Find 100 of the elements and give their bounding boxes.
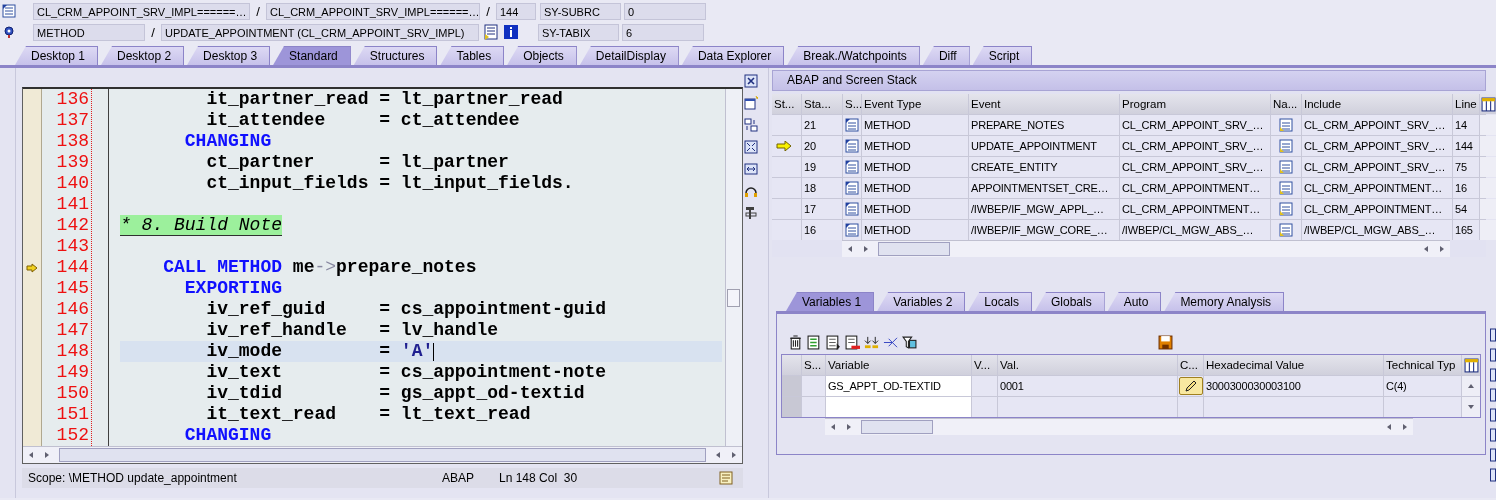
document-list-icon[interactable] [1279, 139, 1293, 153]
input-field[interactable] [826, 397, 971, 417]
tab[interactable]: Structures [353, 46, 438, 65]
tab[interactable]: Locals [968, 292, 1032, 311]
swap-windows-icon[interactable] [743, 118, 758, 132]
column-header[interactable]: Technical Typ [1384, 355, 1461, 375]
document-list-icon[interactable] [1279, 202, 1293, 216]
tab[interactable]: Memory Analysis [1164, 292, 1285, 311]
list-icon[interactable] [807, 334, 822, 350]
maximize-icon[interactable] [743, 140, 758, 154]
resize-width-icon[interactable] [743, 162, 758, 176]
table-cell: 75 [1453, 157, 1479, 177]
column-header[interactable]: Program [1120, 94, 1270, 114]
column-settings-icon[interactable] [1463, 357, 1479, 373]
split-arrows-icon[interactable] [883, 334, 898, 350]
scrollbar-thumb[interactable] [59, 448, 706, 462]
table-cell: 17 [802, 199, 842, 219]
tab[interactable]: Globals [1035, 292, 1105, 311]
toolbar-icon[interactable] [1490, 448, 1496, 462]
tab[interactable]: Script [972, 46, 1033, 65]
list-remove-icon[interactable] [845, 334, 860, 350]
line-field: 144 [496, 2, 536, 20]
column-header[interactable]: Val. [998, 355, 1177, 375]
tab[interactable]: DetailDisplay [579, 46, 679, 65]
scroll-right-button[interactable] [845, 423, 853, 431]
code-line: iv_ref_guid = cs_appointment-guid [206, 299, 607, 320]
column-header[interactable]: Variable [826, 355, 971, 375]
close-icon[interactable] [743, 74, 758, 88]
code-line: iv_ref_handle = lv_handle [206, 320, 499, 341]
line-number: 139 [56, 152, 89, 172]
filter-icon[interactable] [902, 334, 917, 350]
tab[interactable]: Break./Watchpoints [787, 46, 920, 65]
save-icon[interactable] [1158, 334, 1173, 350]
document-list-icon[interactable] [1279, 181, 1293, 195]
sort-icon[interactable] [864, 334, 879, 350]
column-header[interactable]: S... [843, 94, 861, 114]
column-header[interactable]: Event Type [862, 94, 968, 114]
scroll-left-button[interactable] [714, 451, 722, 459]
column-header[interactable]: Na... [1271, 94, 1301, 114]
toolbar-icon[interactable] [1490, 388, 1496, 402]
tab[interactable]: Tables [440, 46, 505, 65]
list-icon[interactable] [826, 334, 841, 350]
scroll-left-button[interactable] [27, 451, 35, 459]
toolbar-icon[interactable] [1490, 348, 1496, 362]
column-header[interactable]: C... [1178, 355, 1203, 375]
column-header[interactable]: St... [772, 94, 801, 114]
toolbar-icon[interactable] [1490, 368, 1496, 382]
path-separator: / [485, 3, 491, 19]
scrollbar-thumb[interactable] [727, 289, 740, 307]
column-header[interactable]: S... [802, 355, 825, 375]
headset-icon[interactable] [743, 184, 758, 198]
tab[interactable]: Objects [507, 46, 577, 65]
scrollbar-thumb[interactable] [861, 420, 933, 434]
document-list-icon[interactable] [1279, 118, 1293, 132]
new-window-icon[interactable] [743, 96, 758, 110]
tools-icon[interactable] [743, 206, 758, 220]
column-header[interactable]: Event [969, 94, 1119, 114]
scroll-right-button[interactable] [43, 451, 51, 459]
scroll-left-button[interactable] [1385, 423, 1393, 431]
tab[interactable]: Diff [922, 46, 970, 65]
tab[interactable]: Variables 1 [786, 292, 875, 311]
scroll-left-button[interactable] [1422, 245, 1430, 253]
column-header[interactable]: Sta... [802, 94, 842, 114]
scroll-right-button[interactable] [862, 245, 870, 253]
table-cell: CL_CRM_APPOINT_SRV_… [1302, 115, 1452, 135]
scroll-right-button[interactable] [1438, 245, 1446, 253]
tab[interactable]: Standard [273, 46, 351, 65]
line-number: 138 [56, 131, 89, 151]
document-list-icon[interactable] [1279, 223, 1293, 237]
toolbar-icon[interactable] [1490, 328, 1496, 342]
edit-button[interactable] [1178, 377, 1203, 395]
tab[interactable]: Desktop 3 [187, 46, 271, 65]
column-header[interactable]: Hexadecimal Value [1204, 355, 1383, 375]
toolbar-icon[interactable] [1490, 408, 1496, 422]
scroll-down-button[interactable] [1467, 403, 1475, 411]
toolbar-icon[interactable] [1490, 468, 1496, 482]
scroll-left-button[interactable] [846, 245, 854, 253]
scrollbar-thumb[interactable] [878, 242, 950, 256]
document-list-icon[interactable] [1279, 160, 1293, 174]
info-icon[interactable] [503, 24, 519, 40]
toolbar-icon[interactable] [1490, 428, 1496, 442]
tab[interactable]: Data Explorer [681, 46, 785, 65]
tab[interactable]: Desktop 1 [15, 46, 99, 65]
tab[interactable]: Auto [1107, 292, 1162, 311]
table-cell: 20 [802, 136, 842, 156]
column-header[interactable]: Include [1302, 94, 1452, 114]
scroll-right-button[interactable] [730, 451, 738, 459]
variable-value-field: 0 [624, 2, 706, 20]
tab[interactable]: Variables 2 [877, 292, 966, 311]
scroll-left-button[interactable] [829, 423, 837, 431]
column-header[interactable]: V... [972, 355, 997, 375]
line-number: 149 [56, 362, 89, 382]
column-settings-icon[interactable] [1481, 96, 1496, 112]
table-cell: 165 [1453, 220, 1479, 240]
column-header[interactable]: Line [1453, 94, 1479, 114]
scroll-up-button[interactable] [1467, 382, 1475, 390]
trash-icon[interactable] [788, 334, 803, 350]
event-type-field: METHOD [33, 23, 145, 41]
scroll-right-button[interactable] [1401, 423, 1409, 431]
tab[interactable]: Desktop 2 [101, 46, 185, 65]
